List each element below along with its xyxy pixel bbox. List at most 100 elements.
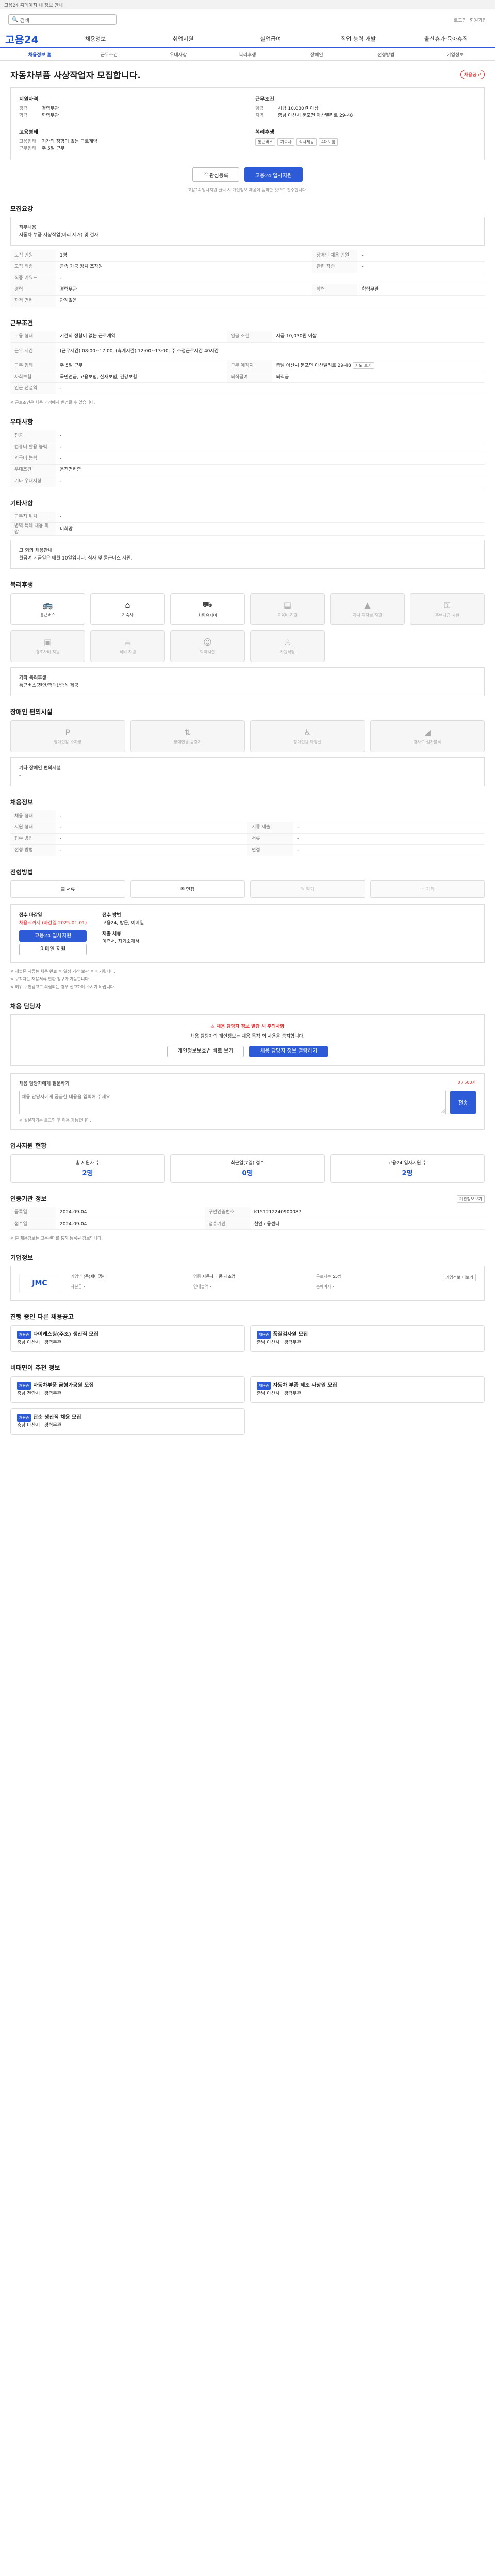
job-card[interactable]: 채용중 다이캐스팅(주조) 생산직 모집 충남 아산시 · 경력무관 bbox=[10, 1325, 245, 1352]
company-more-button[interactable]: 기업정보 더보기 bbox=[442, 1274, 476, 1281]
job-card[interactable]: 채용중 자동차부품 금형가공원 모집 충남 천안시 · 경력무관 bbox=[10, 1376, 245, 1403]
table-row: 우대조건 운전면허증 bbox=[10, 464, 485, 476]
contact-warning-text: 채용 담당자 정보 열람 시 주의사항 bbox=[216, 1024, 285, 1029]
table-key: 접수 방법 bbox=[10, 833, 56, 845]
card-title: 자동차 부품 제조 사상원 모집 bbox=[273, 1383, 337, 1388]
question-header: 채용 담당자에게 질문하기 0 / 500자 bbox=[19, 1080, 476, 1089]
section-tabs: 채용정보 홈 근무조건 우대사항 복리후생 장애인 전형방법 기업정보 bbox=[0, 48, 495, 61]
job-card[interactable]: 채용중 품질검사원 모집 충남 아산시 · 경력무관 bbox=[250, 1325, 485, 1352]
tab-disabled[interactable]: 장애인 bbox=[282, 51, 351, 58]
field-value: - bbox=[83, 1284, 85, 1289]
disabled-etc-text: - bbox=[19, 773, 21, 778]
welfare-item: ⛟ 차량유지비 bbox=[170, 593, 245, 625]
table-row: 외국어 능력 - bbox=[10, 453, 485, 465]
company-box: JMC 기업명 (주)제이엠씨 업종 자동차 부품 제조업 근로자수 55명 자… bbox=[10, 1266, 485, 1301]
tab-company[interactable]: 기업정보 bbox=[421, 51, 490, 58]
tab-welfare[interactable]: 복리후생 bbox=[213, 51, 282, 58]
welfare-etc-heading: 기타 복리후생 bbox=[19, 675, 46, 681]
etc-table: 근무지 위치 - 병역 특례 채용 희망 비희망 bbox=[10, 511, 485, 536]
apply-button[interactable]: 고용24 입사지원 bbox=[244, 167, 303, 182]
card-sub: 충남 아산시 · 경력무관 bbox=[257, 1391, 301, 1396]
card-sub: 충남 아산시 · 경력무관 bbox=[257, 1340, 301, 1345]
summary-heading: 지원자격 bbox=[19, 97, 38, 103]
question-input[interactable] bbox=[19, 1090, 446, 1114]
table-row: 모집 인원 1명 장애인 채용 인원 - bbox=[10, 250, 485, 262]
job-card[interactable]: 채용중 단순 생산직 채용 모집 충남 아산시 · 경력무관 bbox=[10, 1408, 245, 1435]
tab-apply[interactable]: 전형방법 bbox=[351, 51, 420, 58]
apply-button-2[interactable]: 고용24 입사지원 bbox=[19, 930, 87, 942]
job-card[interactable]: 채용중 자동차 부품 제조 사상원 모집충남 아산시 · 경력무관 bbox=[250, 1376, 485, 1403]
welfare-item: ⚿ 주택자금 지원 bbox=[410, 593, 485, 625]
table-value: 1명 bbox=[56, 250, 312, 262]
table-key: 자격 면허 bbox=[10, 295, 56, 307]
kv-value: 시급 10,030원 이상 bbox=[278, 106, 319, 111]
card-sub: 충남 천안시 · 경력무관 bbox=[17, 1391, 61, 1396]
company-field: 업종 자동차 부품 제조업 bbox=[193, 1274, 310, 1283]
join-link[interactable]: 회원가입 bbox=[470, 16, 487, 23]
map-button[interactable]: 지도 보기 bbox=[352, 362, 374, 369]
gnb-item-benefit[interactable]: 실업급여 bbox=[227, 35, 315, 43]
table-value: 주 5일 근무 bbox=[56, 360, 227, 371]
table-key: 임금 조건 bbox=[226, 331, 272, 343]
tab-prefer[interactable]: 우대사항 bbox=[144, 51, 213, 58]
gnb-item-training[interactable]: 직업 능력 개발 bbox=[315, 35, 402, 43]
apply-method-value: 고용24, 방문, 이메일 bbox=[102, 920, 144, 926]
kv-value: 기간의 정함이 없는 근로계약 bbox=[42, 139, 97, 144]
disabled-label: 장애인용 승강기 bbox=[173, 740, 202, 744]
apply-deadline: 접수 마감일 채용시까지 (마감일 2025-01-01) 고용24 입사지원 … bbox=[19, 912, 87, 955]
question-box: 채용 담당자에게 질문하기 0 / 500자 전송 ※ 질문하기는 로그인 후 … bbox=[10, 1073, 485, 1130]
company-info-grid: 기업명 (주)제이엠씨 업종 자동차 부품 제조업 근로자수 55명 자본금 -… bbox=[71, 1274, 433, 1293]
apply-note: 고용24 입사지원 클릭 시 개인정보 제공에 동의한 것으로 간주합니다. bbox=[188, 188, 307, 192]
tab-home[interactable]: 채용정보 홈 bbox=[5, 51, 74, 58]
company-field: 기업명 (주)제이엠씨 bbox=[71, 1274, 187, 1283]
table-value: - bbox=[56, 273, 485, 284]
table-row: 전공 - bbox=[10, 430, 485, 442]
kv-key: 임금 bbox=[255, 106, 264, 111]
contact-warning: ⚠ 채용 담당자 정보 열람 시 주의사항 bbox=[19, 1023, 476, 1031]
card-badge: 채용중 bbox=[257, 1382, 271, 1390]
recommend-cards: 채용중 자동차부품 금형가공원 모집 충남 천안시 · 경력무관 채용중 자동차 부품… bbox=[10, 1376, 485, 1435]
table-row: 접수 방법 - 서류 - bbox=[10, 833, 485, 845]
table-key: 퇴직급여 bbox=[226, 371, 272, 383]
org-info-button[interactable]: 기관정보보기 bbox=[456, 1195, 485, 1203]
deadline-value: 채용시까지 (마감일 2025-01-01) bbox=[19, 920, 87, 926]
gnb-item-jobs[interactable]: 채용정보 bbox=[52, 35, 139, 43]
field-value: 자동차 부품 제조업 bbox=[202, 1274, 236, 1279]
question-submit-button[interactable]: 전송 bbox=[450, 1090, 476, 1114]
section-title-contact: 채용 담당자 bbox=[10, 1002, 41, 1010]
job-title: 자동차부품 사상작업자 모집합니다. bbox=[10, 71, 141, 81]
card-badge: 채용중 bbox=[17, 1382, 31, 1390]
table-key: 컴퓨터 활용 능력 bbox=[10, 442, 56, 453]
disabled-label: 장애인용 주차장 bbox=[54, 740, 82, 744]
gnb-item-support[interactable]: 취업지원 bbox=[139, 35, 227, 43]
apply-method-label: 필기 bbox=[306, 887, 315, 892]
summary-welfare: 복리후생 통근버스 기숙사 식사제공 4대보험 bbox=[255, 128, 476, 152]
tab-conditions[interactable]: 근무조건 bbox=[74, 51, 143, 58]
site-logo[interactable]: 고용24 bbox=[5, 31, 52, 46]
view-contact-button[interactable]: 채용 담당자 정보 열람하기 bbox=[249, 1045, 328, 1057]
welfare-tag: 통근버스 bbox=[255, 138, 276, 146]
table-value: - bbox=[56, 810, 485, 822]
field-value: (주)제이엠씨 bbox=[83, 1274, 106, 1279]
card-badge: 채용중 bbox=[17, 1331, 31, 1339]
question-form: 전송 bbox=[19, 1090, 476, 1114]
gnb-item-leave[interactable]: 출산휴가·육아휴직 bbox=[402, 35, 490, 43]
summary-qualify: 지원자격 경력 경력무관 학력 학력무관 bbox=[19, 95, 240, 120]
save-button[interactable]: ♡ 관심등록 bbox=[192, 167, 239, 182]
table-value: 2024-09-04 bbox=[56, 1218, 205, 1230]
disabled-grid: P 장애인용 주차장 ⇅ 장애인용 승강기 ♿ 장애인용 화장실 ◢ 경사로·점자블록 bbox=[10, 720, 485, 752]
email-apply-button[interactable]: 이메일 지원 bbox=[19, 943, 87, 955]
search-input[interactable]: 🔍 검색 bbox=[8, 14, 117, 25]
question-heading: 채용 담당자에게 질문하기 bbox=[19, 1081, 70, 1087]
login-link[interactable]: 로그인 bbox=[454, 16, 467, 23]
top-links: 로그인 회원가입 bbox=[454, 16, 487, 23]
parking-icon: P bbox=[65, 727, 71, 737]
table-value: 충남 아산시 둔포면 아산밸리로 29-48 지도 보기 bbox=[272, 360, 485, 371]
card-badge: 채용중 bbox=[257, 1331, 271, 1339]
apply-method-label: 기타 bbox=[426, 887, 435, 892]
table-key: 근무 시간 bbox=[10, 342, 56, 360]
privacy-law-button[interactable]: 개인정보보호법 바로 보기 bbox=[167, 1045, 244, 1057]
table-key: 관련 직종 bbox=[312, 261, 358, 273]
deadline-heading: 접수 마감일 bbox=[19, 912, 42, 918]
table-key: 모집 직종 bbox=[10, 261, 56, 273]
